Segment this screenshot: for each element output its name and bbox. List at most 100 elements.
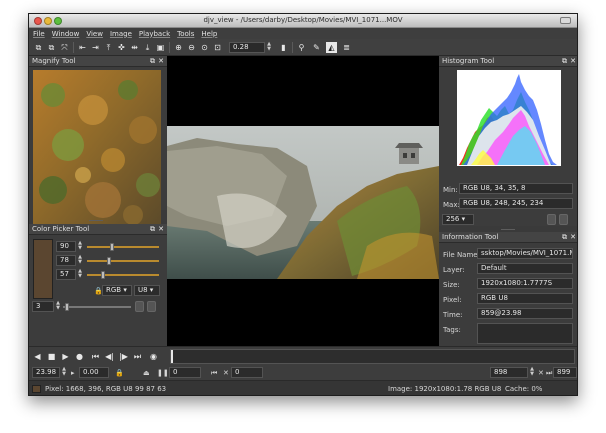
color-picker-panel-title: Color Picker Tool: [29, 224, 167, 235]
undock-icon[interactable]: ⧉: [562, 57, 567, 66]
audio-icon[interactable]: ⏏: [143, 369, 150, 377]
information-panel: Information Tool ⧉ ✕ File Name: ssktop/M…: [439, 232, 577, 346]
lock-speed-icon[interactable]: 🔒: [115, 369, 124, 377]
max-value: RGB U8, 248, 245, 234: [459, 198, 573, 209]
stop-icon[interactable]: ■: [46, 351, 57, 362]
picker-option-button[interactable]: [135, 301, 144, 312]
menu-tools[interactable]: Tools: [177, 30, 194, 38]
pause-icon[interactable]: ❚❚: [157, 369, 169, 377]
picker-option-button[interactable]: [147, 301, 156, 312]
menu-file[interactable]: File: [33, 30, 45, 38]
toolbar-toggle-button[interactable]: [560, 17, 571, 24]
zoom-in-icon[interactable]: ⊕: [173, 42, 184, 53]
type-select[interactable]: U8 ▾: [134, 285, 160, 296]
close-panel-icon[interactable]: ✕: [570, 57, 576, 66]
zoom-fit-icon[interactable]: ⊡: [212, 42, 223, 53]
out-frame-input[interactable]: 0: [231, 367, 263, 378]
zoom-out-icon[interactable]: ⊖: [186, 42, 197, 53]
histogram-option-button[interactable]: [547, 214, 556, 225]
zoom-input[interactable]: 0.28: [229, 42, 265, 53]
blue-slider-handle[interactable]: [100, 271, 105, 279]
bins-select[interactable]: 256 ▾: [442, 214, 474, 225]
red-stepper[interactable]: ▲ ▼: [77, 241, 83, 252]
play-reverse-icon[interactable]: ◀: [32, 351, 43, 362]
loop-icon[interactable]: ●: [74, 351, 85, 362]
undock-icon[interactable]: ⧉: [150, 57, 155, 66]
view-center-icon[interactable]: ✜: [116, 42, 127, 53]
timeline-handle[interactable]: [171, 350, 173, 363]
clear-in-icon[interactable]: ✕: [223, 369, 229, 377]
red-input[interactable]: 90: [56, 241, 76, 252]
start-frame-icon[interactable]: ⏮: [90, 351, 101, 362]
green-stepper[interactable]: ▲ ▼: [77, 255, 83, 266]
next-frame-icon[interactable]: |▶: [118, 351, 129, 362]
fps-stepper[interactable]: ▲ ▼: [61, 367, 67, 378]
blue-input[interactable]: 57: [56, 269, 76, 280]
speed-icon: ▸: [71, 369, 75, 377]
end-frame-input[interactable]: 899: [553, 367, 577, 378]
splitter-handle[interactable]: [501, 229, 515, 230]
prev-frame-icon[interactable]: ◀|: [104, 351, 115, 362]
menu-playback[interactable]: Playback: [139, 30, 170, 38]
info-icon[interactable]: ≣: [341, 42, 352, 53]
view-left-icon[interactable]: ⇤: [77, 42, 88, 53]
out-point-icon[interactable]: ⏭: [546, 369, 552, 378]
view-fill-icon[interactable]: ▣: [155, 42, 166, 53]
zoom-stepper[interactable]: ▲ ▼: [266, 42, 272, 53]
picker-size-slider-track[interactable]: [63, 306, 131, 308]
picker-size-stepper[interactable]: ▲ ▼: [55, 301, 61, 312]
undock-icon[interactable]: ⧉: [150, 225, 155, 234]
format-select[interactable]: RGB ▾: [102, 285, 132, 296]
view-right-icon[interactable]: ⇥: [90, 42, 101, 53]
fps-input[interactable]: 23.98: [32, 367, 60, 378]
clear-out-icon[interactable]: ✕: [538, 369, 544, 377]
toolbar: ⧉ ⧉ ⤧ ⇤ ⇥ ⤒ ✜ ⇹ ⤓ ▣ ⊕ ⊖ ⊙ ⊡ 0.28 ▲ ▼ ▮ ⚲ …: [29, 39, 577, 56]
close-panel-icon[interactable]: ✕: [570, 233, 576, 242]
in-frame-input[interactable]: 0: [169, 367, 201, 378]
new-window-icon[interactable]: ⧉: [33, 42, 44, 53]
green-slider-track[interactable]: [87, 260, 159, 262]
max-label: Max:: [443, 201, 460, 209]
current-frame-stepper[interactable]: ▲ ▼: [529, 367, 535, 378]
image-viewer[interactable]: [167, 56, 439, 346]
undock-icon[interactable]: ⧉: [562, 233, 567, 242]
timeline-slider[interactable]: [170, 349, 575, 364]
title-bar: djv_view - /Users/darby/Desktop/Movies/M…: [29, 14, 577, 28]
pixel-label: Pixel:: [443, 296, 462, 304]
zoom-reset-icon[interactable]: ⊙: [199, 42, 210, 53]
view-down-icon[interactable]: ⤓: [142, 42, 153, 53]
picker-size-slider-handle[interactable]: [65, 303, 69, 311]
blue-slider-track[interactable]: [87, 274, 159, 276]
color-swatch: [33, 239, 53, 299]
menu-help[interactable]: Help: [201, 30, 217, 38]
magnify-icon[interactable]: ⚲: [296, 42, 307, 53]
timeline-options-icon[interactable]: ◉: [148, 351, 159, 362]
current-frame-input[interactable]: 898: [490, 367, 528, 378]
color-picker-panel: Color Picker Tool ⧉ ✕ 90 ▲ ▼ 78 ▲ ▼ 57 ▲ ▼ …: [29, 224, 167, 346]
blue-stepper[interactable]: ▲ ▼: [77, 269, 83, 280]
in-point-icon[interactable]: ⏮: [211, 369, 217, 378]
menu-window[interactable]: Window: [52, 30, 80, 38]
histogram-option-button[interactable]: [559, 214, 568, 225]
copy-icon[interactable]: ⧉: [46, 42, 57, 53]
picker-size-input[interactable]: 3: [32, 301, 54, 312]
end-frame-icon[interactable]: ⏭: [132, 351, 143, 362]
fit-icon[interactable]: ⤧: [59, 42, 70, 53]
red-slider-handle[interactable]: [110, 243, 115, 251]
play-forward-icon[interactable]: ▶: [60, 351, 71, 362]
menu-image[interactable]: Image: [110, 30, 132, 38]
playback-bar: ◀ ■ ▶ ● ⏮ ◀| |▶ ⏭ ◉: [29, 346, 577, 365]
view-up-icon[interactable]: ⤒: [103, 42, 114, 53]
green-input[interactable]: 78: [56, 255, 76, 266]
color-picker-icon[interactable]: ✎: [311, 42, 322, 53]
close-panel-icon[interactable]: ✕: [158, 57, 164, 66]
green-slider-handle[interactable]: [107, 257, 112, 265]
histogram-controls: 256 ▾: [439, 214, 577, 226]
red-slider-track[interactable]: [87, 246, 159, 248]
histogram-icon[interactable]: ◭: [326, 42, 337, 53]
splitter-handle[interactable]: [89, 220, 103, 221]
close-panel-icon[interactable]: ✕: [158, 225, 164, 234]
zoom-slider-icon[interactable]: ▮: [278, 42, 289, 53]
menu-view[interactable]: View: [86, 30, 103, 38]
view-lr-icon[interactable]: ⇹: [129, 42, 140, 53]
